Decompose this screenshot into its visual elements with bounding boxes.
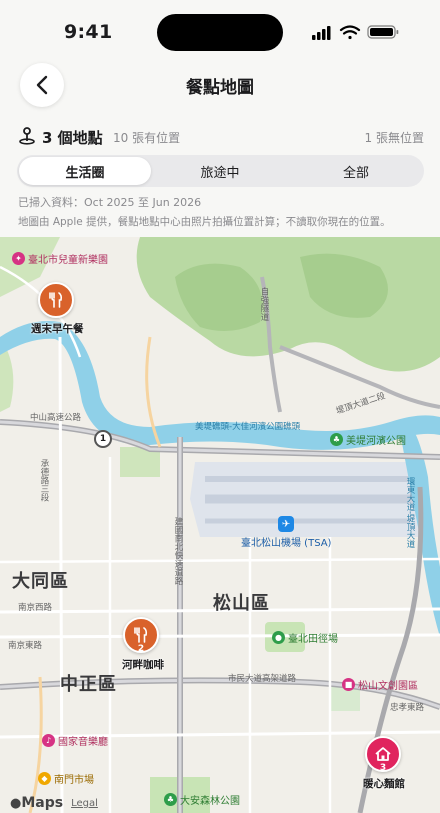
museum-icon: ■ bbox=[342, 678, 355, 691]
legal-link[interactable]: Legal bbox=[71, 798, 98, 809]
meal-marker[interactable]: 2 bbox=[123, 617, 159, 654]
battery-icon bbox=[367, 25, 399, 39]
map-note-text: 地圖由 Apple 提供，餐點地點中心由照片拍攝位置計算；不讀取你現在的位置。 bbox=[18, 216, 391, 228]
poi-taipei-stadium[interactable]: ● 臺北田徑場 bbox=[272, 630, 338, 645]
status-icons bbox=[312, 25, 399, 40]
scope-segmented-control: 生活圈 旅途中 全部 bbox=[17, 155, 424, 187]
poi-songshan-airport[interactable]: 臺北松山機場 (TSA) bbox=[241, 534, 331, 549]
fork-knife-icon bbox=[49, 292, 63, 308]
poi-daan-forest-park[interactable]: ♣ 大安森林公園 bbox=[164, 792, 240, 807]
marker-count-badge: 2 bbox=[137, 644, 145, 654]
map-pin-icon bbox=[19, 127, 35, 145]
airplane-icon: ✈ bbox=[278, 516, 294, 532]
road-label: 市民大道高架道路 bbox=[228, 674, 297, 684]
nanjing-east-road bbox=[0, 633, 440, 639]
meal-marker-label: 河畔咖啡 bbox=[122, 659, 164, 671]
segment-daily-life[interactable]: 生活圈 bbox=[19, 157, 151, 185]
road-label: 中山高速公路 bbox=[30, 413, 82, 423]
meal-marker[interactable] bbox=[38, 282, 74, 318]
poi-meiti-riverside-park[interactable]: ♣ 美堤河濱公園 bbox=[330, 432, 406, 447]
location-count: 3 個地點 bbox=[42, 129, 103, 147]
map-attribution: ●Maps Legal bbox=[10, 795, 98, 811]
apple-maps-logo: ●Maps bbox=[10, 795, 64, 811]
wifi-icon bbox=[339, 25, 361, 40]
district-label: 大同區 bbox=[12, 571, 69, 592]
road-label: 忠孝東路 bbox=[390, 703, 425, 713]
meal-marker-label: 週末早午餐 bbox=[31, 323, 84, 335]
status-time: 9:41 bbox=[64, 21, 113, 43]
page-title: 餐點地圖 bbox=[186, 78, 254, 98]
road-label: 美堤礁頭-大佳河濱公園礁頭 bbox=[195, 422, 301, 432]
marker-count-badge: 3 bbox=[379, 763, 387, 773]
dynamic-island bbox=[157, 14, 283, 51]
poi-nanmen-market[interactable]: ◆ 南門市場 bbox=[38, 771, 94, 786]
market-icon: ◆ bbox=[38, 772, 51, 785]
map-view[interactable]: 大同區 中正區 松山區 中山高速公路 承德路三段 南京西路 南京東路 市民大道高… bbox=[0, 237, 440, 813]
road-label: 南京西路 bbox=[18, 603, 53, 613]
segment-travel[interactable]: 旅途中 bbox=[154, 157, 286, 185]
highway-shield-icon: 1 bbox=[94, 430, 112, 448]
house-icon bbox=[375, 747, 391, 761]
park-icon: ♣ bbox=[164, 793, 177, 806]
poi-songshan-cultural-park[interactable]: ■ 松山文創園區 bbox=[342, 677, 418, 692]
road-label: 建國南北快速道路 bbox=[173, 517, 183, 585]
location-summary: 3 個地點 10 張有位置 1 張無位置 bbox=[18, 126, 424, 147]
district-label: 松山區 bbox=[213, 593, 270, 614]
stadium-icon: ● bbox=[272, 631, 285, 644]
poi-childrens-amusement-park[interactable]: ✦ 臺北市兒童新樂園 bbox=[12, 251, 108, 266]
poi-national-concert-hall[interactable]: ♪ 國家音樂廳 bbox=[42, 733, 108, 748]
road-label: 自強隧道 bbox=[259, 287, 269, 321]
segment-all[interactable]: 全部 bbox=[290, 157, 422, 185]
music-icon: ♪ bbox=[42, 734, 55, 747]
road-label: 環東大道-堤頂大道 bbox=[405, 477, 415, 549]
photos-with-location: 10 張有位置 bbox=[113, 131, 181, 145]
scan-range-text: 已掃入資料：Oct 2025 至 Jun 2026 bbox=[18, 196, 202, 209]
meal-marker-label: 暖心麵館 bbox=[363, 778, 405, 790]
road-label: 南京東路 bbox=[8, 641, 43, 651]
district-label: 中正區 bbox=[60, 674, 117, 695]
amusement-icon: ✦ bbox=[12, 252, 25, 265]
photos-without-location: 1 張無位置 bbox=[364, 131, 424, 145]
meal-marker[interactable]: 3 bbox=[365, 736, 401, 773]
status-bar: 9:41 bbox=[0, 0, 440, 60]
park-icon: ♣ bbox=[330, 433, 343, 446]
road-label: 承德路三段 bbox=[39, 459, 49, 502]
signal-icon bbox=[312, 26, 331, 40]
fork-knife-icon bbox=[134, 627, 148, 643]
